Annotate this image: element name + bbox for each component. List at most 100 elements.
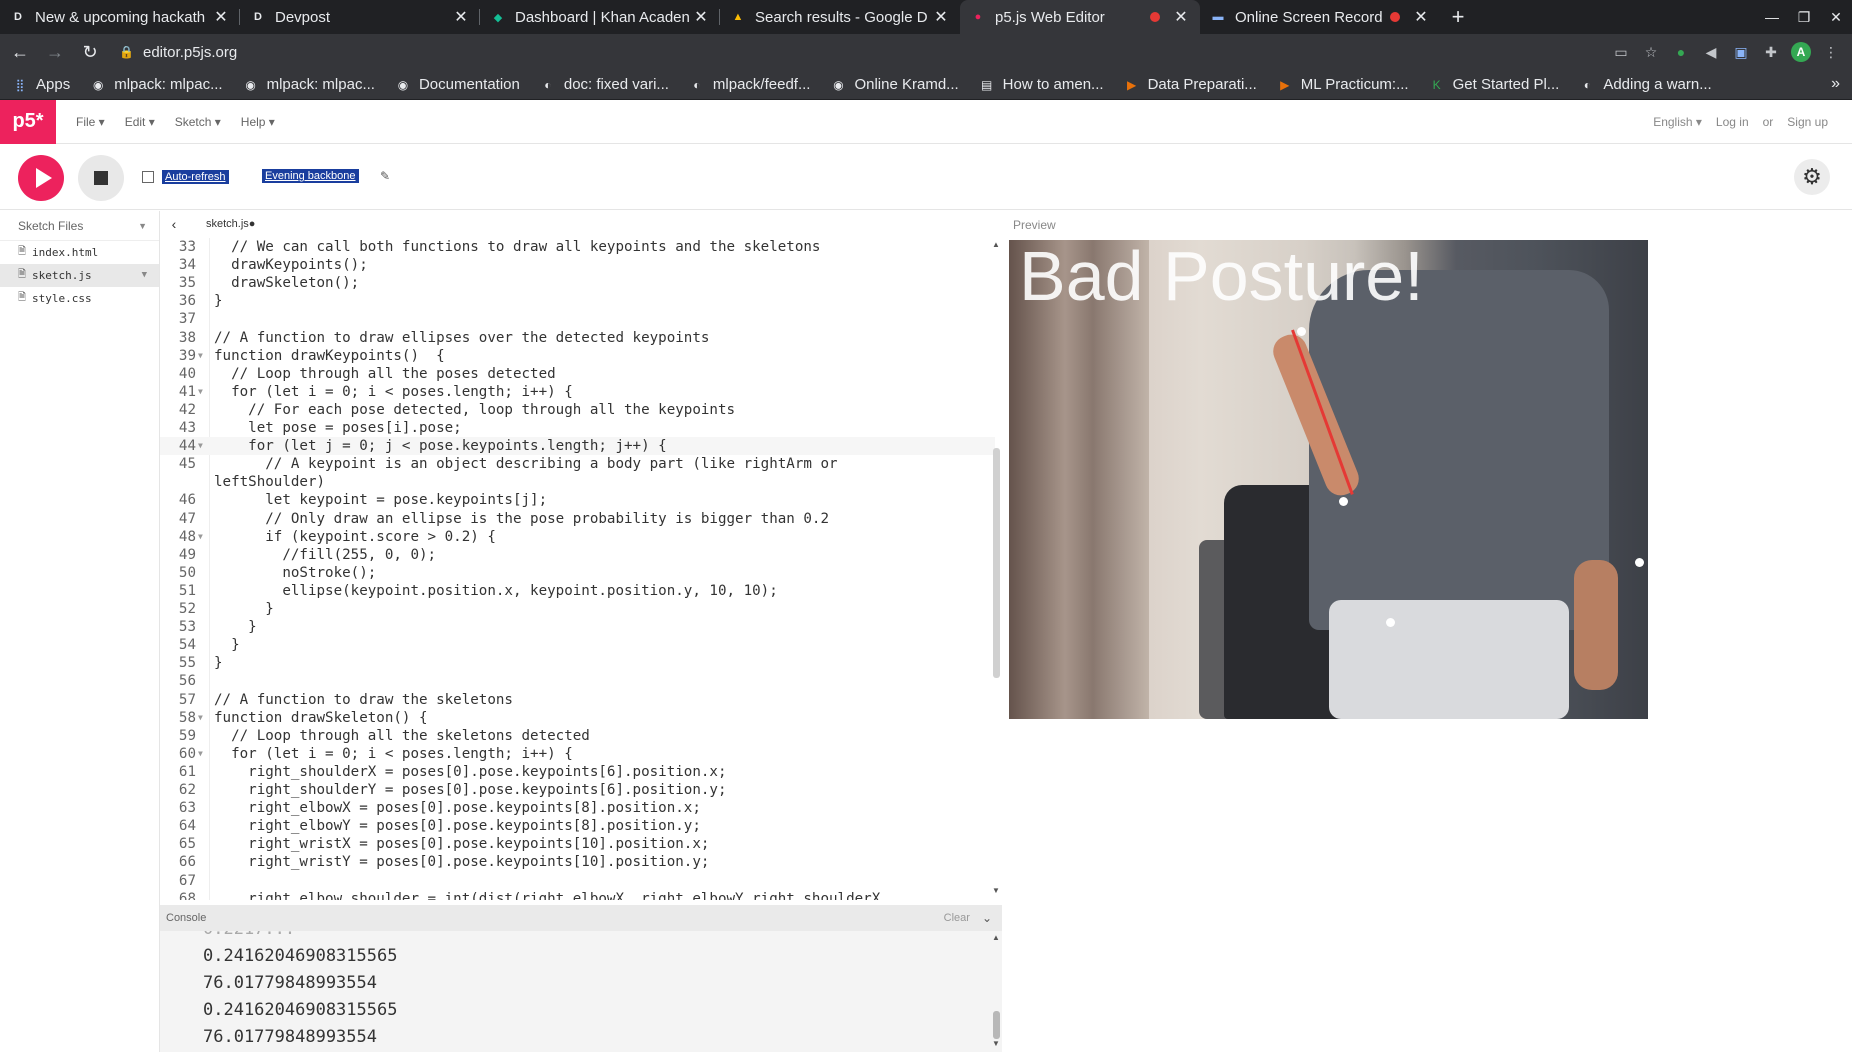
bookmark-item[interactable]: ◐ Adding a warn... xyxy=(1579,76,1712,93)
fold-arrow-icon[interactable]: ▼ xyxy=(198,347,203,365)
code-line[interactable]: 54 } xyxy=(160,636,995,654)
bookmark-item[interactable]: ◉ Documentation xyxy=(395,76,520,93)
project-name[interactable]: Evening backbone xyxy=(262,169,359,183)
extensions-puzzle-icon[interactable]: ✚ xyxy=(1756,38,1786,66)
file-item-sketch-js[interactable]: 🗎 sketch.js ▼ xyxy=(0,264,159,287)
fold-arrow-icon[interactable]: ▼ xyxy=(198,437,203,455)
extension-green-icon[interactable]: ● xyxy=(1666,38,1696,66)
code-line[interactable]: 50 noStroke(); xyxy=(160,564,995,582)
scroll-up-icon[interactable]: ▲ xyxy=(990,933,1002,942)
code-line[interactable]: 33 // We can call both functions to draw… xyxy=(160,238,995,256)
scrollbar-thumb[interactable] xyxy=(993,1011,1000,1039)
play-button[interactable] xyxy=(18,155,64,201)
browser-tab-khan-academy[interactable]: ◆ Dashboard | Khan Acaden ✕ xyxy=(480,0,720,34)
forward-icon[interactable]: → xyxy=(40,37,70,67)
more-bookmarks-icon[interactable]: » xyxy=(1831,75,1840,93)
restore-icon[interactable]: ❐ xyxy=(1788,0,1820,34)
bookmark-item[interactable]: ◉ Online Kramd... xyxy=(830,76,958,93)
bookmark-star-icon[interactable]: ☆ xyxy=(1636,38,1666,66)
code-line[interactable]: 58 ▼ function drawSkeleton() { xyxy=(160,709,995,727)
browser-tab-hackathons[interactable]: D New & upcoming hackath ✕ xyxy=(0,0,240,34)
code-line[interactable]: 36} xyxy=(160,292,995,310)
minimize-icon[interactable]: — xyxy=(1756,0,1788,34)
tab-close-icon[interactable]: ✕ xyxy=(1172,7,1190,27)
code-line[interactable]: 46 let keypoint = pose.keypoints[j]; xyxy=(160,491,995,509)
code-line[interactable]: 47 // Only draw an ellipse is the pose p… xyxy=(160,510,995,528)
bookmark-apps[interactable]: ⣿ Apps xyxy=(12,76,71,93)
code-line[interactable]: 63 right_elbowX = poses[0].pose.keypoint… xyxy=(160,799,995,817)
cast-icon[interactable]: ▭ xyxy=(1606,38,1636,66)
settings-gear-icon[interactable]: ⚙ xyxy=(1794,159,1830,195)
bookmark-item[interactable]: ▶ Data Preparati... xyxy=(1124,76,1257,93)
profile-avatar[interactable]: A xyxy=(1791,42,1811,62)
code-line[interactable]: 35 drawSkeleton(); xyxy=(160,274,995,292)
signup-link[interactable]: Sign up xyxy=(1787,115,1828,129)
fold-arrow-icon[interactable]: ▼ xyxy=(198,709,203,727)
auto-refresh-label[interactable]: Auto-refresh xyxy=(162,170,229,184)
code-line[interactable]: 65 right_wristX = poses[0].pose.keypoint… xyxy=(160,835,995,853)
auto-refresh-checkbox[interactable] xyxy=(142,171,154,183)
tab-close-icon[interactable]: ✕ xyxy=(1412,7,1430,27)
tab-close-icon[interactable]: ✕ xyxy=(452,7,470,27)
browser-tab-google-drive[interactable]: ▲ Search results - Google D ✕ xyxy=(720,0,960,34)
menu-file[interactable]: File ▾ xyxy=(76,115,105,129)
code-line[interactable]: 39 ▼ function drawKeypoints() { xyxy=(160,347,995,365)
tab-close-icon[interactable]: ✕ xyxy=(212,7,230,27)
code-line[interactable]: 34 drawKeypoints(); xyxy=(160,256,995,274)
edit-name-pencil-icon[interactable]: ✎ xyxy=(380,169,390,183)
code-line[interactable]: 48 ▼ if (keypoint.score > 0.2) { xyxy=(160,528,995,546)
bookmark-item[interactable]: K Get Started Pl... xyxy=(1429,76,1560,93)
bookmark-item[interactable]: ◐ mlpack/feedf... xyxy=(689,76,810,93)
sketch-files-header[interactable]: Sketch Files ▼ xyxy=(0,211,159,241)
code-line[interactable]: 68 right_elbow_shoulder = int(dist(right… xyxy=(160,890,995,900)
bookmark-item[interactable]: ▶ ML Practicum:... xyxy=(1277,76,1408,93)
code-editor[interactable]: 33 // We can call both functions to draw… xyxy=(160,238,1002,900)
code-line[interactable]: 42 // For each pose detected, loop throu… xyxy=(160,401,995,419)
code-line[interactable]: 43 let pose = poses[i].pose; xyxy=(160,419,995,437)
url-field[interactable]: 🔒 editor.p5js.org xyxy=(119,38,1559,66)
code-line[interactable]: 38 // A function to draw ellipses over th… xyxy=(160,329,995,347)
scrollbar-thumb[interactable] xyxy=(993,448,1000,678)
file-item-style-css[interactable]: 🗎 style.css xyxy=(0,287,159,310)
code-line[interactable]: 51 ellipse(keypoint.position.x, keypoint… xyxy=(160,582,995,600)
console-scrollbar[interactable]: ▲ ▼ xyxy=(990,931,1002,1052)
code-line[interactable]: 59 // Loop through all the skeletons det… xyxy=(160,727,995,745)
code-line[interactable]: 56 xyxy=(160,672,995,690)
chevron-down-icon[interactable]: ▼ xyxy=(142,270,147,280)
extension-mute-icon[interactable]: ◀ xyxy=(1696,38,1726,66)
back-icon[interactable]: ← xyxy=(5,37,35,67)
bookmark-item[interactable]: ▤ How to amen... xyxy=(979,76,1104,93)
editor-scrollbar[interactable]: ▲ ▼ xyxy=(990,238,1002,898)
scroll-down-icon[interactable]: ▼ xyxy=(990,886,1002,895)
fold-arrow-icon[interactable]: ▼ xyxy=(198,528,203,546)
code-line[interactable]: 45 // A keypoint is an object describing… xyxy=(160,455,995,473)
tab-close-icon[interactable]: ✕ xyxy=(932,7,950,27)
code-line[interactable]: 52 } xyxy=(160,600,995,618)
menu-sketch[interactable]: Sketch ▾ xyxy=(175,115,221,129)
browser-tab-p5js-editor[interactable]: ● p5.js Web Editor ✕ xyxy=(960,0,1200,34)
code-line[interactable]: 41 ▼ for (let i = 0; i < poses.length; i+… xyxy=(160,383,995,401)
code-line[interactable]: 57 // A function to draw the skeletons xyxy=(160,691,995,709)
code-line[interactable]: 67 xyxy=(160,872,995,890)
scroll-up-icon[interactable]: ▲ xyxy=(990,240,1002,249)
code-line[interactable]: 62 right_shoulderY = poses[0].pose.keypo… xyxy=(160,781,995,799)
tab-sketch-js[interactable]: sketch.js● xyxy=(206,218,255,230)
code-line[interactable]: 53 } xyxy=(160,618,995,636)
menu-help[interactable]: Help ▾ xyxy=(241,115,275,129)
code-line[interactable]: 49 //fill(255, 0, 0); xyxy=(160,546,995,564)
code-line[interactable]: leftShoulder) xyxy=(160,473,995,491)
code-line[interactable]: 61 right_shoulderX = poses[0].pose.keypo… xyxy=(160,763,995,781)
preview-canvas[interactable]: Bad Posture! xyxy=(1009,240,1648,719)
bookmark-item[interactable]: ◉ mlpack: mlpac... xyxy=(243,76,375,93)
code-line[interactable]: 37 xyxy=(160,310,995,328)
code-line[interactable]: 60 ▼ for (let i = 0; i < poses.length; i+… xyxy=(160,745,995,763)
collapse-sidebar-icon[interactable]: ‹ xyxy=(160,216,188,232)
browser-tab-devpost[interactable]: D Devpost ✕ xyxy=(240,0,480,34)
stop-button[interactable] xyxy=(78,155,124,201)
code-line[interactable]: 40 // Loop through all the poses detecte… xyxy=(160,365,995,383)
language-select[interactable]: English ▾ xyxy=(1653,115,1702,129)
reload-icon[interactable]: ↻ xyxy=(75,37,105,67)
file-item-index-html[interactable]: 🗎 index.html xyxy=(0,241,159,264)
console-collapse-chevron-icon[interactable]: ⌄ xyxy=(982,911,992,925)
browser-menu-icon[interactable]: ⋮ xyxy=(1816,38,1846,66)
